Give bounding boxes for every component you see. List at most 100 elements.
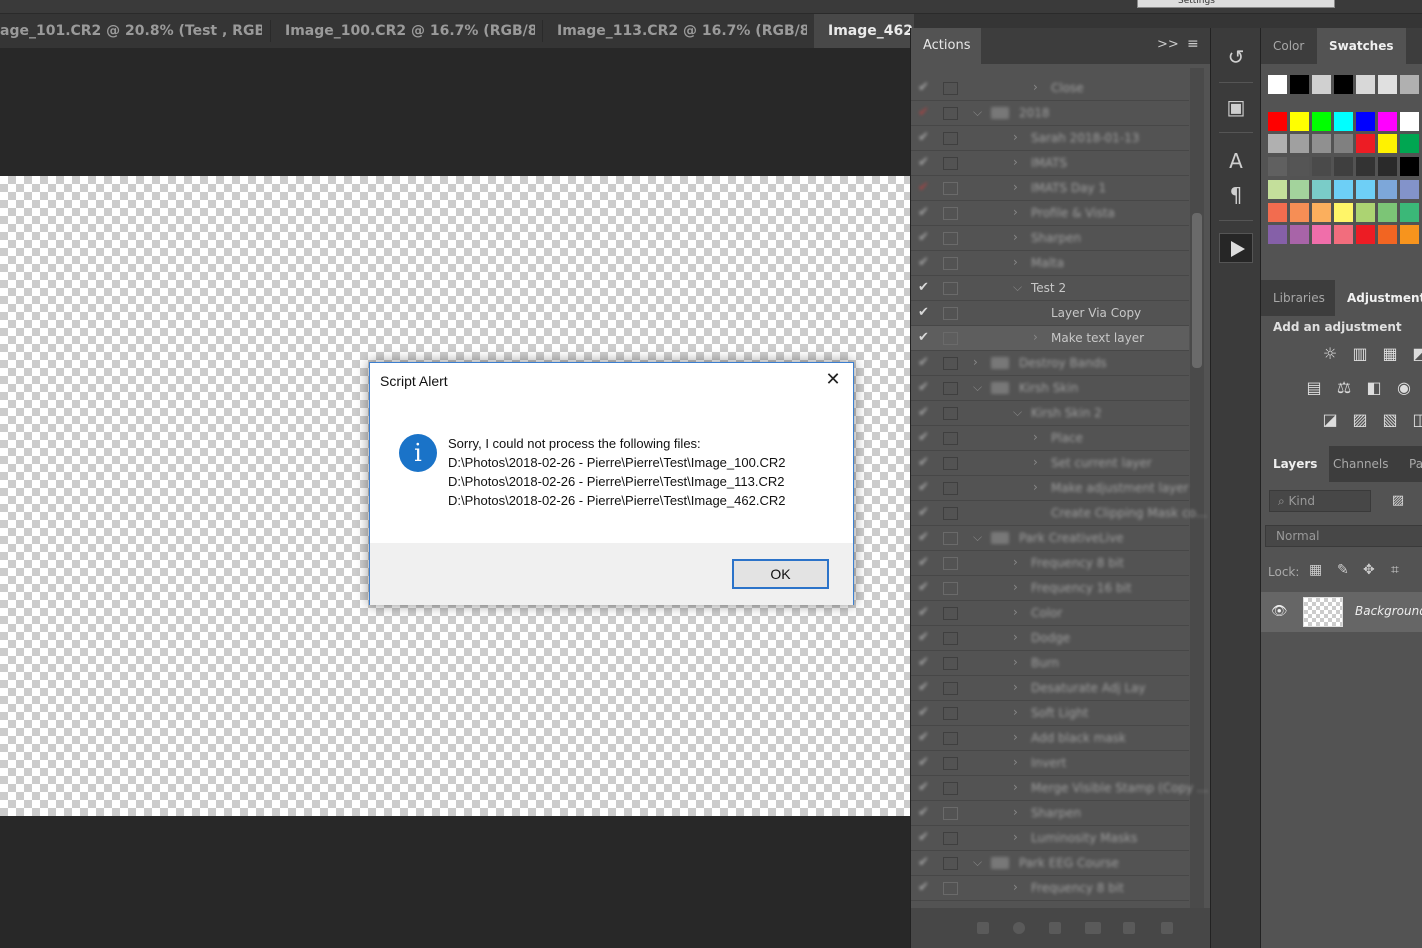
tab-image-462[interactable]: Image_462.CR2	[814, 14, 914, 48]
dialog-toggle-box[interactable]	[943, 732, 958, 745]
toggle-checkmark-icon[interactable]: ✔	[918, 630, 932, 646]
color-swatch[interactable]	[1356, 180, 1375, 199]
toggle-checkmark-icon[interactable]: ✔	[918, 880, 932, 896]
lock-artboard-icon[interactable]: ⌗	[1391, 562, 1399, 578]
color-swatch[interactable]	[1378, 225, 1397, 244]
dialog-toggle-box[interactable]	[943, 132, 958, 145]
layer-row-background[interactable]: 👁 Background	[1261, 592, 1422, 632]
play-icon[interactable]	[1049, 922, 1061, 934]
chevron-right-icon[interactable]: ›	[1013, 880, 1018, 894]
action-row[interactable]: ✔ › Add black mask	[911, 726, 1189, 751]
color-swatch[interactable]	[1378, 75, 1397, 94]
tab-paths[interactable]: Pa	[1397, 446, 1422, 482]
ok-button[interactable]: OK	[732, 559, 829, 589]
chevron-right-icon[interactable]: ›	[973, 355, 978, 369]
tab-layers[interactable]: Layers	[1261, 446, 1330, 482]
character-icon[interactable]: A	[1223, 148, 1249, 174]
action-row[interactable]: ✔ › Make adjustment layer	[911, 476, 1189, 501]
action-row[interactable]: ✔ ⌵ Kirsh Skin	[911, 376, 1189, 401]
tab-channels[interactable]: Channels	[1321, 446, 1401, 482]
image-filter-icon[interactable]: ▨	[1387, 491, 1409, 511]
chevron-right-icon[interactable]: ›	[1013, 630, 1018, 644]
action-row[interactable]: ✔ › Make text layer	[911, 326, 1189, 351]
toggle-checkmark-icon[interactable]: ✔	[918, 180, 932, 196]
vibrance-icon[interactable]: ▤	[1303, 378, 1325, 398]
color-swatch[interactable]	[1334, 203, 1353, 222]
color-swatch[interactable]	[1400, 75, 1419, 94]
actions-scrollbar-thumb[interactable]	[1192, 213, 1202, 368]
toggle-checkmark-icon[interactable]: ✔	[918, 480, 932, 496]
brightness-icon[interactable]: ☼	[1319, 344, 1341, 364]
toggle-checkmark-icon[interactable]: ✔	[918, 705, 932, 721]
color-swatch[interactable]	[1378, 203, 1397, 222]
action-row[interactable]: ✔ › Frequency 16 bit	[911, 576, 1189, 601]
dialog-toggle-box[interactable]	[943, 682, 958, 695]
color-swatch[interactable]	[1334, 112, 1353, 131]
dialog-toggle-box[interactable]	[943, 807, 958, 820]
color-swatch[interactable]	[1334, 75, 1353, 94]
lock-transparent-icon[interactable]: ▦	[1309, 562, 1322, 578]
action-row[interactable]: ✔ › Invert	[911, 751, 1189, 776]
action-row[interactable]: ✔ Layer Via Copy	[911, 301, 1189, 326]
curves-icon[interactable]: ▦	[1379, 344, 1401, 364]
toggle-checkmark-icon[interactable]: ✔	[918, 205, 932, 221]
chevron-right-icon[interactable]: ›	[1033, 80, 1038, 94]
chevron-right-icon[interactable]: ›	[1033, 430, 1038, 444]
chevron-right-icon[interactable]: ›	[1013, 830, 1018, 844]
chevron-right-icon[interactable]: ›	[1013, 705, 1018, 719]
action-row[interactable]: ✔ › Profile & Vista	[911, 201, 1189, 226]
chevron-right-icon[interactable]: ›	[1013, 230, 1018, 244]
dialog-toggle-box[interactable]	[943, 882, 958, 895]
color-swatch[interactable]	[1290, 112, 1309, 131]
color-balance-icon[interactable]: ⚖	[1333, 378, 1355, 398]
color-swatch[interactable]	[1356, 134, 1375, 153]
action-row[interactable]: ✔ › Close	[911, 76, 1189, 101]
action-row[interactable]: ✔ › Sharpen	[911, 801, 1189, 826]
action-row[interactable]: ✔ › Sharpen	[911, 226, 1189, 251]
tab-actions[interactable]: Actions	[911, 28, 981, 64]
toggle-checkmark-icon[interactable]: ✔	[918, 130, 932, 146]
action-row[interactable]: ✔ ⌵ Park EEG Course	[911, 851, 1189, 876]
chevron-right-icon[interactable]: ›	[1013, 130, 1018, 144]
color-swatch[interactable]	[1356, 203, 1375, 222]
new-action-icon[interactable]	[1123, 922, 1135, 934]
chevron-down-icon[interactable]: ⌵	[1013, 280, 1022, 295]
tab-libraries[interactable]: Libraries	[1261, 280, 1337, 316]
dialog-toggle-box[interactable]	[943, 632, 958, 645]
color-swatch[interactable]	[1312, 203, 1331, 222]
action-row[interactable]: ✔ › Dodge	[911, 626, 1189, 651]
dialog-toggle-box[interactable]	[943, 757, 958, 770]
dialog-toggle-box[interactable]	[943, 707, 958, 720]
dialog-toggle-box[interactable]	[943, 582, 958, 595]
action-row[interactable]: ✔ › Soft Light	[911, 701, 1189, 726]
dialog-toggle-box[interactable]	[943, 607, 958, 620]
dialog-toggle-box[interactable]	[943, 357, 958, 370]
chevron-right-icon[interactable]: ›	[1013, 755, 1018, 769]
toggle-checkmark-icon[interactable]: ✔	[918, 730, 932, 746]
dialog-toggle-box[interactable]	[943, 557, 958, 570]
dialog-toggle-box[interactable]	[943, 107, 958, 120]
action-row[interactable]: ✔ ⌵ 2018	[911, 101, 1189, 126]
toggle-checkmark-icon[interactable]: ✔	[918, 530, 932, 546]
color-swatch[interactable]	[1268, 134, 1287, 153]
action-row[interactable]: ✔ Create Clipping Mask co...	[911, 501, 1207, 526]
toggle-checkmark-icon[interactable]: ✔	[918, 855, 932, 871]
color-swatch[interactable]	[1312, 134, 1331, 153]
action-row[interactable]: ✔ › Desaturate Adj Lay	[911, 676, 1189, 701]
color-swatch[interactable]	[1268, 75, 1287, 94]
action-row[interactable]: ✔ › Merge Visible Stamp (Copy ...	[911, 776, 1208, 801]
color-swatch[interactable]	[1312, 75, 1331, 94]
toggle-checkmark-icon[interactable]: ✔	[918, 305, 932, 321]
chevron-right-icon[interactable]: ›	[1013, 180, 1018, 194]
dialog-toggle-box[interactable]	[943, 332, 958, 345]
action-row[interactable]: ✔ › Frequency 8 bit	[911, 551, 1189, 576]
exposure-icon[interactable]: ◩	[1409, 344, 1422, 364]
color-swatch[interactable]	[1334, 157, 1353, 176]
color-swatch[interactable]	[1400, 134, 1419, 153]
chevron-right-icon[interactable]: ›	[1013, 580, 1018, 594]
levels-icon[interactable]: ▥	[1349, 344, 1371, 364]
toggle-checkmark-icon[interactable]: ✔	[918, 80, 932, 96]
color-swatch[interactable]	[1356, 75, 1375, 94]
3d-icon[interactable]: ▣	[1223, 94, 1249, 120]
action-row[interactable]: ✔ › Luminosity Masks	[911, 826, 1189, 851]
